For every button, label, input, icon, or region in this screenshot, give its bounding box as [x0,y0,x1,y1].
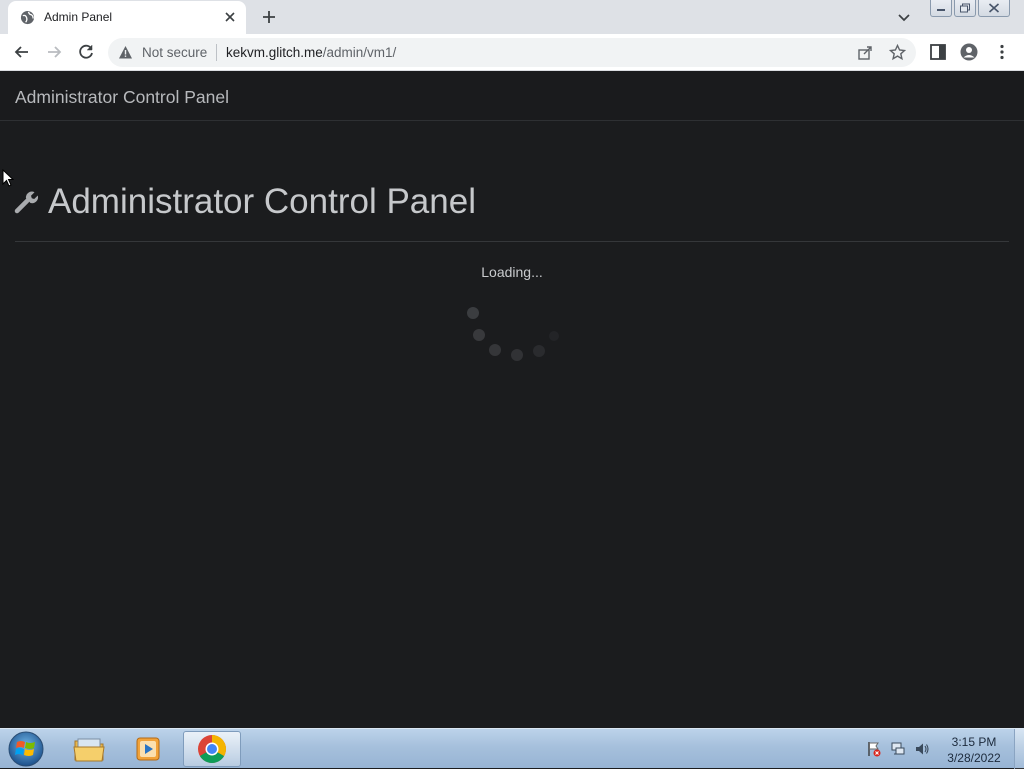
minimize-button[interactable] [930,0,952,17]
profile-avatar-icon[interactable] [960,43,978,61]
tab-strip: Admin Panel [0,0,1024,34]
address-bar[interactable]: Not secure kekvm.glitch.me/admin/vm1/ [108,38,916,67]
warning-triangle-icon[interactable] [118,45,133,60]
bookmark-star-icon[interactable] [889,44,906,61]
windows-start-orb-icon[interactable] [6,730,46,768]
url-path: /admin/vm1/ [322,45,397,60]
top-navbar: Administrator Control Panel [0,71,1024,121]
page-heading: Administrator Control Panel [14,182,476,222]
security-status-label[interactable]: Not secure [142,45,207,60]
show-desktop-button[interactable] [1014,729,1024,769]
reload-icon[interactable] [76,42,96,62]
minimize-icon [937,9,945,11]
restore-icon [960,3,970,13]
close-icon [988,3,1000,13]
share-icon[interactable] [857,44,874,61]
chevron-down-icon[interactable] [896,9,912,25]
side-panel-icon[interactable] [929,43,947,61]
back-arrow-icon[interactable] [12,42,32,62]
clock-date: 3/28/2022 [947,751,1001,765]
tab-admin-panel[interactable]: Admin Panel [8,1,246,34]
action-center-flag-icon[interactable] [866,741,882,757]
restore-button[interactable] [954,0,976,17]
volume-speaker-icon[interactable] [914,741,930,757]
tab-title: Admin Panel [44,10,113,24]
address-separator [216,44,217,61]
loading-text: Loading... [481,264,543,280]
network-icon[interactable] [890,741,906,757]
close-window-button[interactable] [978,0,1010,17]
close-tab-icon[interactable] [222,9,238,25]
new-tab-icon[interactable] [260,8,278,26]
url-host: kekvm.glitch.me [226,45,323,60]
heading-divider [15,241,1009,242]
media-player-icon [136,737,160,761]
page-title: Administrator Control Panel [48,182,476,221]
taskbar-google-chrome[interactable] [183,731,241,767]
navbar-brand[interactable]: Administrator Control Panel [15,87,229,108]
forward-arrow-icon[interactable] [44,42,64,62]
browser-toolbar: Not secure kekvm.glitch.me/admin/vm1/ [0,34,1024,71]
loading-spinner-icon [467,307,559,361]
wrench-icon [14,191,39,214]
windows-taskbar: 3:15 PM 3/28/2022 [0,728,1024,769]
system-clock[interactable]: 3:15 PM 3/28/2022 [940,734,1008,766]
folder-icon [73,738,105,762]
clock-time: 3:15 PM [951,735,997,749]
taskbar-media-player[interactable] [120,731,178,767]
url-text[interactable]: kekvm.glitch.me/admin/vm1/ [226,45,396,60]
mouse-cursor-icon [2,169,14,187]
window-controls [928,0,1010,17]
taskbar-windows-explorer[interactable] [60,731,118,767]
page-viewport: Administrator Control Panel Administrato… [0,71,1024,728]
kebab-menu-icon[interactable] [993,43,1011,61]
chrome-icon [198,735,226,763]
globe-icon [20,10,35,25]
